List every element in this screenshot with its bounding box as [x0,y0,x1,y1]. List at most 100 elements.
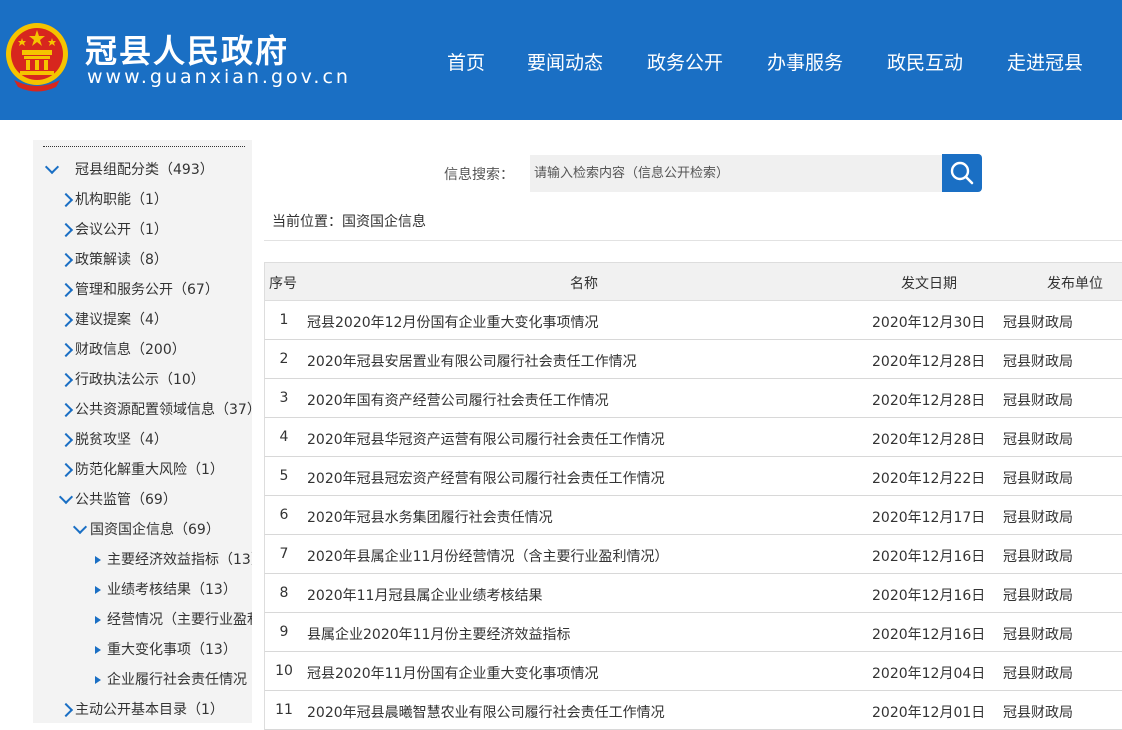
triangle-right-icon [95,556,101,564]
sidebar-item[interactable]: 政策解读（8） [33,245,252,275]
sidebar-item[interactable]: 脱贫攻坚（4） [33,425,252,455]
row-index: 11 [275,702,293,718]
table-row[interactable]: 2 2020年冠县安居置业有限公司履行社会责任工作情况 2020年12月28日 冠县财… [264,340,1122,379]
sidebar-item-label: 企业履行社会责任情况（17） [107,672,252,688]
sidebar-item[interactable]: 经营情况（主要行业盈利情况） [33,605,252,635]
chevron-right-icon [58,252,74,268]
row-date: 2020年12月22日 [872,471,986,487]
sidebar-item[interactable]: 公共资源配置领域信息（37） [33,395,252,425]
chevron-right-icon [58,192,74,208]
table-row[interactable]: 9 县属企业2020年11月份主要经济效益指标 2020年12月16日 冠县财政局 [264,613,1122,652]
row-unit: 冠县财政局 [1003,549,1073,565]
row-unit: 冠县财政局 [1003,471,1073,487]
row-index: 3 [279,390,289,406]
sidebar-item-label: 经营情况（主要行业盈利情况） [107,612,252,628]
chevron-right-icon [58,342,74,358]
row-title-link[interactable]: 冠县2020年11月份国有企业重大变化事项情况 [307,663,598,683]
row-title-link[interactable]: 2020年冠县安居置业有限公司履行社会责任工作情况 [307,351,637,371]
sidebar-item[interactable]: 管理和服务公开（67） [33,275,252,305]
row-title-link[interactable]: 2020年冠县晨曦智慧农业有限公司履行社会责任工作情况 [307,702,665,722]
row-index: 4 [279,429,289,445]
sidebar-item-label: 主要经济效益指标（13） [107,552,252,568]
nav-gov-affairs[interactable]: 政务公开 [647,48,723,75]
sidebar-item-label: 国资国企信息（69） [90,522,220,538]
row-title-link[interactable]: 县属企业2020年11月份主要经济效益指标 [307,624,570,644]
chevron-right-icon [58,372,74,388]
row-title-link[interactable]: 2020年国有资产经营公司履行社会责任工作情况 [307,390,609,410]
sidebar-item[interactable]: 会议公开（1） [33,215,252,245]
row-unit: 冠县财政局 [1003,432,1073,448]
sidebar-item[interactable]: 主动公开基本目录（1） [33,695,252,723]
chevron-right-icon [58,462,74,478]
search-label: 信息搜索： [444,167,514,183]
search-input[interactable] [530,155,942,192]
table-row[interactable]: 6 2020年冠县水务集团履行社会责任情况 2020年12月17日 冠县财政局 [264,496,1122,535]
chevron-down-icon [72,519,88,535]
header-date: 发文日期 [901,276,957,292]
row-unit: 冠县财政局 [1003,705,1073,721]
sidebar-item-label: 建议提案（4） [75,312,168,328]
sidebar-item[interactable]: 重大变化事项（13） [33,635,252,665]
chevron-right-icon [58,222,74,238]
row-date: 2020年12月28日 [872,393,986,409]
nav-about[interactable]: 走进冠县 [1007,48,1083,75]
row-title-link[interactable]: 2020年县属企业11月份经营情况（含主要行业盈利情况） [307,546,668,566]
header-index: 序号 [269,276,297,292]
sidebar-item-label: 会议公开（1） [75,222,168,238]
row-unit: 冠县财政局 [1003,510,1073,526]
sidebar-item[interactable]: 冠县组配分类（493） [33,155,252,185]
chevron-down-icon [58,489,74,505]
search-icon [950,161,974,185]
row-index: 2 [279,351,289,367]
row-title-link[interactable]: 2020年冠县华冠资产运营有限公司履行社会责任工作情况 [307,429,665,449]
sidebar-item[interactable]: 公共监管（69） [33,485,252,515]
sidebar-tree: 冠县组配分类（493） 机构职能（1） 会议公开（1） 政策解读（8） 管理和服务公开（… [33,140,252,723]
sidebar-item[interactable]: 业绩考核结果（13） [33,575,252,605]
row-title-link[interactable]: 冠县2020年12月份国有企业重大变化事项情况 [307,312,598,332]
header-name: 名称 [570,276,598,292]
row-date: 2020年12月28日 [872,354,986,370]
row-date: 2020年12月04日 [872,666,986,682]
table-row[interactable]: 7 2020年县属企业11月份经营情况（含主要行业盈利情况） 2020年12月16日… [264,535,1122,574]
row-unit: 冠县财政局 [1003,627,1073,643]
sidebar-item[interactable]: 机构职能（1） [33,185,252,215]
sidebar-item-label: 重大变化事项（13） [107,642,237,658]
table-row[interactable]: 4 2020年冠县华冠资产运营有限公司履行社会责任工作情况 2020年12月28日 冠… [264,418,1122,457]
triangle-right-icon [95,646,101,654]
table-row[interactable]: 10 冠县2020年11月份国有企业重大变化事项情况 2020年12月04日 冠县财政… [264,652,1122,691]
nav-home[interactable]: 首页 [447,48,485,75]
search-button[interactable] [942,154,982,192]
triangle-right-icon [95,676,101,684]
table-row[interactable]: 11 2020年冠县晨曦智慧农业有限公司履行社会责任工作情况 2020年12月01日… [264,691,1122,730]
row-date: 2020年12月16日 [872,588,986,604]
row-date: 2020年12月30日 [872,315,986,331]
nav-services[interactable]: 办事服务 [767,48,843,75]
table-row[interactable]: 5 2020年冠县冠宏资产经营有限公司履行社会责任工作情况 2020年12月22日 冠… [264,457,1122,496]
table-row[interactable]: 1 冠县2020年12月份国有企业重大变化事项情况 2020年12月30日 冠县财政局 [264,301,1122,340]
sidebar-item[interactable]: 主要经济效益指标（13） [33,545,252,575]
row-index: 7 [279,546,289,562]
table-header: 序号 名称 发文日期 发布单位 [264,262,1122,301]
row-index: 8 [279,585,289,601]
sidebar-item[interactable]: 财政信息（200） [33,335,252,365]
sidebar-item[interactable]: 企业履行社会责任情况（17） [33,665,252,695]
table-row[interactable]: 3 2020年国有资产经营公司履行社会责任工作情况 2020年12月28日 冠县财政局 [264,379,1122,418]
row-title-link[interactable]: 2020年11月冠县属企业业绩考核结果 [307,585,542,605]
nav-news[interactable]: 要闻动态 [527,48,603,75]
chevron-down-icon [44,159,60,175]
row-title-link[interactable]: 2020年冠县冠宏资产经营有限公司履行社会责任工作情况 [307,468,665,488]
sidebar-item-label: 财政信息（200） [75,342,186,358]
sidebar-item[interactable]: 建议提案（4） [33,305,252,335]
row-unit: 冠县财政局 [1003,588,1073,604]
sidebar-item-label: 主动公开基本目录（1） [75,702,224,718]
site-header: 冠县人民政府 www.guanxian.gov.cn 首页 要闻动态 政务公开 … [0,0,1122,120]
nav-interaction[interactable]: 政民互动 [887,48,963,75]
row-index: 9 [279,624,289,640]
row-date: 2020年12月16日 [872,549,986,565]
sidebar-item[interactable]: 防范化解重大风险（1） [33,455,252,485]
sidebar-item[interactable]: 行政执法公示（10） [33,365,252,395]
table-row[interactable]: 8 2020年11月冠县属企业业绩考核结果 2020年12月16日 冠县财政局 [264,574,1122,613]
row-title-link[interactable]: 2020年冠县水务集团履行社会责任情况 [307,507,553,527]
row-date: 2020年12月01日 [872,705,986,721]
sidebar-item[interactable]: 国资国企信息（69） [33,515,252,545]
